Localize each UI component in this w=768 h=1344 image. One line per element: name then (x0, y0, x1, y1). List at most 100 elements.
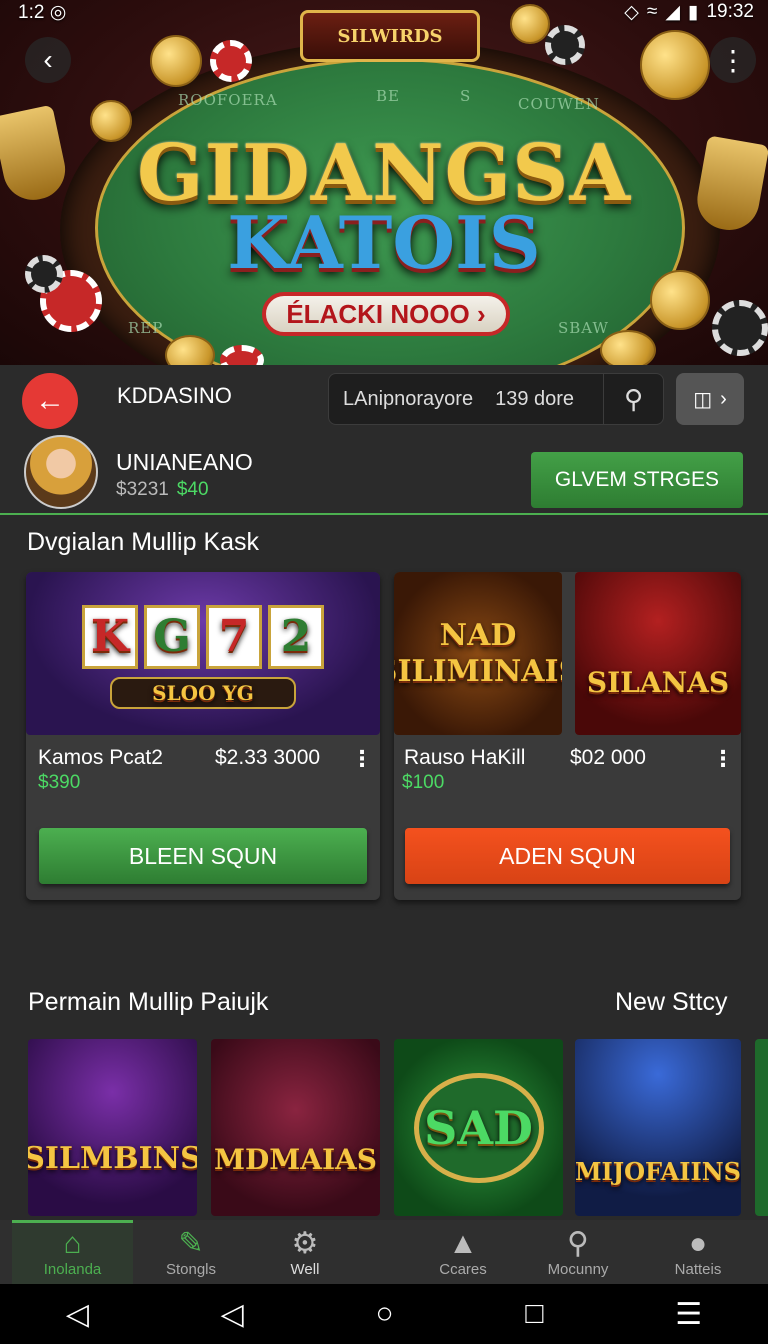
nav-label: Natteis (674, 1261, 722, 1278)
signal-icon: ◢ (665, 1, 680, 23)
balance-bonus: $40 (176, 479, 209, 500)
felt-text: COUWEN (518, 95, 600, 113)
reel-symbol: 7 (206, 604, 262, 669)
card-bonus: $100 (402, 772, 445, 793)
nav-label: Well (290, 1261, 320, 1278)
felt-text: REP (128, 319, 164, 337)
coin-decoration (640, 30, 710, 100)
nav-item-well[interactable]: ⚙ Well (249, 1220, 361, 1284)
back-triangle-icon[interactable]: ◁ (221, 1297, 244, 1332)
trophy-icon: ▲ (448, 1227, 478, 1260)
back-button[interactable]: ‹ (25, 37, 71, 83)
felt-text: SBAW (558, 319, 609, 337)
felt-text: ROOFOERA (178, 91, 278, 109)
vibrate-icon: ◇ (624, 1, 639, 23)
felt-text: BE (376, 87, 400, 105)
status-bar: 1:2 ◎ ◇ ≈ ◢ ▮ 19:32 (0, 0, 768, 24)
card-bonus: $390 (38, 772, 81, 793)
home-circle-icon[interactable]: ○ (375, 1297, 393, 1331)
nav-label: Inolanda (43, 1261, 102, 1278)
nav-item-natteis[interactable]: ● Natteis (644, 1220, 752, 1284)
coin-decoration (150, 35, 202, 87)
header-panel: ← KDDASINO LAnipnorayore 139 dore ⚲ ◫ › … (0, 365, 768, 515)
see-all-link[interactable]: New Sttcy (615, 988, 728, 1017)
avatar[interactable] (24, 435, 98, 509)
reel-symbol: K (82, 604, 138, 669)
slot-thumbnail[interactable]: K G 7 2 SLOO YG (26, 572, 380, 735)
game-thumbnail[interactable]: SAD (394, 1039, 563, 1216)
status-left: 1:2 ◎ (18, 1, 66, 24)
edit-icon: ✎ (178, 1227, 204, 1260)
expand-button[interactable]: ◫ › (676, 373, 744, 425)
game-thumbnail[interactable]: SILMBINS (28, 1039, 197, 1216)
top-action-button[interactable]: GLVEM STRGES (531, 452, 743, 508)
kebab-icon[interactable]: ⋮ (351, 746, 373, 772)
game-card[interactable]: K G 7 2 SLOO YG Kamos Pcat2 $2.33 3000 ⋮… (26, 572, 380, 900)
card-price: $02 000 (570, 746, 646, 769)
reel-symbol: G (144, 604, 200, 669)
reel-symbol: 2 (268, 604, 324, 669)
card-name: Rauso HaKill (404, 746, 526, 769)
menu-icon[interactable]: ☰ (675, 1297, 702, 1332)
game-thumbnail[interactable]: SILANAS (575, 572, 741, 735)
slot-reels: K G 7 2 (82, 604, 324, 669)
search-icon: ⚲ (623, 383, 644, 414)
search-icon: ⚲ (567, 1227, 589, 1260)
hero-subtitle: KATOIS (227, 200, 541, 285)
play-button[interactable]: BLEEN SQUN (39, 828, 367, 884)
nav-item-mocunny[interactable]: ⚲ Mocunny (522, 1220, 634, 1284)
chip-decoration (210, 40, 252, 82)
coin-decoration (600, 330, 656, 365)
kebab-icon[interactable]: ⋮ (712, 746, 734, 772)
status-time: 1:2 (18, 1, 45, 23)
nav-label: Ccares (439, 1261, 487, 1278)
home-icon: ⌂ (63, 1227, 82, 1260)
battery-icon: ▮ (687, 1, 699, 23)
chevron-right-icon: › (720, 387, 727, 410)
chip-decoration (545, 25, 585, 65)
notification-icon: ◎ (49, 1, 67, 23)
recents-square-icon[interactable]: □ (525, 1297, 543, 1331)
section-title: Dvgialan Mullip Kask (27, 528, 260, 556)
chip-decoration (712, 300, 768, 356)
balance-amount: $3231 (116, 479, 169, 500)
status-clock: 19:32 (706, 1, 754, 22)
search-input[interactable]: LAnipnorayore 139 dore ⚲ (328, 373, 664, 425)
game-card[interactable]: NAD SILIMINAIS SILANAS Rauso HaKill $02 … (394, 572, 741, 900)
nav-label: Stongls (165, 1261, 217, 1278)
wifi-icon: ≈ (646, 1, 658, 22)
game-thumbnail-partial[interactable] (755, 1039, 768, 1216)
status-right: ◇ ≈ ◢ ▮ 19:32 (624, 1, 754, 24)
brand-name: KDDASINO (117, 383, 232, 408)
nav-item-home[interactable]: ⌂ Inolanda (12, 1220, 133, 1284)
hero-banner[interactable]: ROOFOERA BE S COUWEN SBAW REP SILWIRDS G… (0, 0, 768, 365)
play-button[interactable]: ADEN SQUN (405, 828, 730, 884)
search-value: LAnipnorayore (343, 387, 474, 410)
kebab-icon: ⋮ (719, 44, 747, 76)
search-button[interactable]: ⚲ (603, 374, 663, 424)
arrow-left-icon: ← (35, 384, 65, 417)
username: UNIANEANO (116, 449, 253, 475)
chevron-left-icon: ‹ (43, 44, 53, 75)
section-title: Permain Mullip Paiujk (28, 988, 269, 1016)
hero-cta-button[interactable]: ÉLACKI NOOO › (262, 292, 510, 336)
thumb-badge: SAD (413, 1072, 544, 1183)
card-price: $2.33 3000 (215, 746, 321, 769)
back-arrow-button[interactable]: ← (22, 373, 78, 429)
more-options-button[interactable]: ⋮ (710, 37, 756, 83)
slot-caption: SLOO YG (110, 676, 296, 709)
system-nav-bar: ◁ ◁ ○ □ ☰ (0, 1284, 768, 1344)
nav-item-stongls[interactable]: ✎ Stongls (133, 1220, 249, 1284)
balance: $3231 $40 (116, 479, 209, 501)
game-thumbnail[interactable]: MDMAIAS (211, 1039, 380, 1216)
search-count: 139 dore (495, 387, 575, 410)
nav-label: Mocunny (547, 1261, 609, 1278)
game-thumbnail[interactable]: NAD SILIMINAIS (394, 572, 562, 735)
person-icon: ● (688, 1227, 708, 1260)
game-thumbnail[interactable]: MIJOFAIINS (575, 1039, 741, 1216)
window-icon: ◫ (693, 388, 713, 411)
back-triangle-icon[interactable]: ◁ (66, 1297, 89, 1332)
card-name: Kamos Pcat2 (38, 746, 163, 769)
wheel-icon: ⚙ (291, 1227, 319, 1260)
felt-text: S (460, 87, 472, 105)
